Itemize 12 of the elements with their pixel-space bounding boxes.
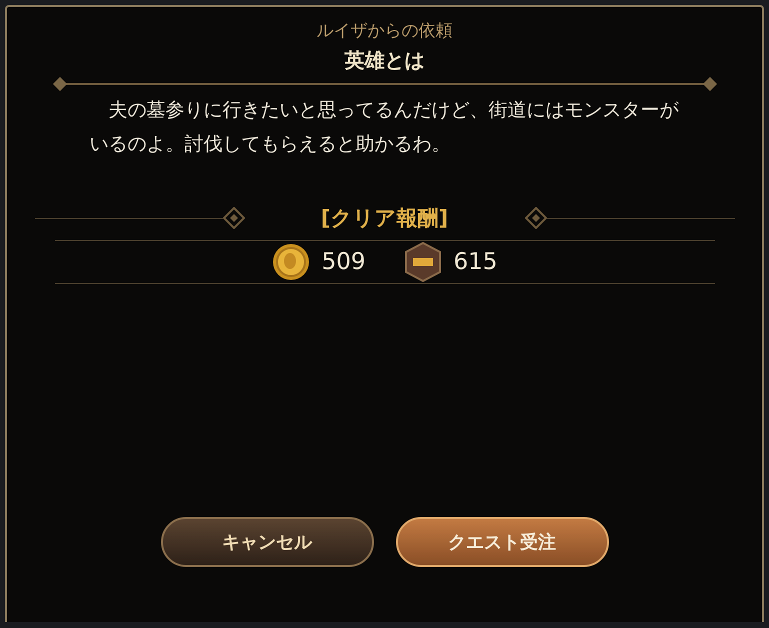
cancel-button[interactable]: キャンセル: [160, 517, 374, 567]
rewards-heading: [クリア報酬]: [320, 204, 448, 232]
quest-title: 英雄とは: [344, 46, 424, 74]
ornament-icon: [524, 207, 546, 230]
exp-icon: [404, 242, 442, 282]
reward-amount: 509: [322, 248, 366, 277]
ornament-icon: [222, 207, 244, 230]
quest-description: 夫の墓参りに行きたいと思ってるんだけど、街道にはモンスターがいるのよ。討伐してもらえると助かるわ。: [90, 98, 680, 156]
accept-button[interactable]: クエスト受注: [396, 517, 608, 567]
coin-icon: [272, 243, 310, 281]
requester-name: ルイザからの依頼: [316, 20, 452, 43]
reward-amount: 615: [454, 248, 498, 277]
